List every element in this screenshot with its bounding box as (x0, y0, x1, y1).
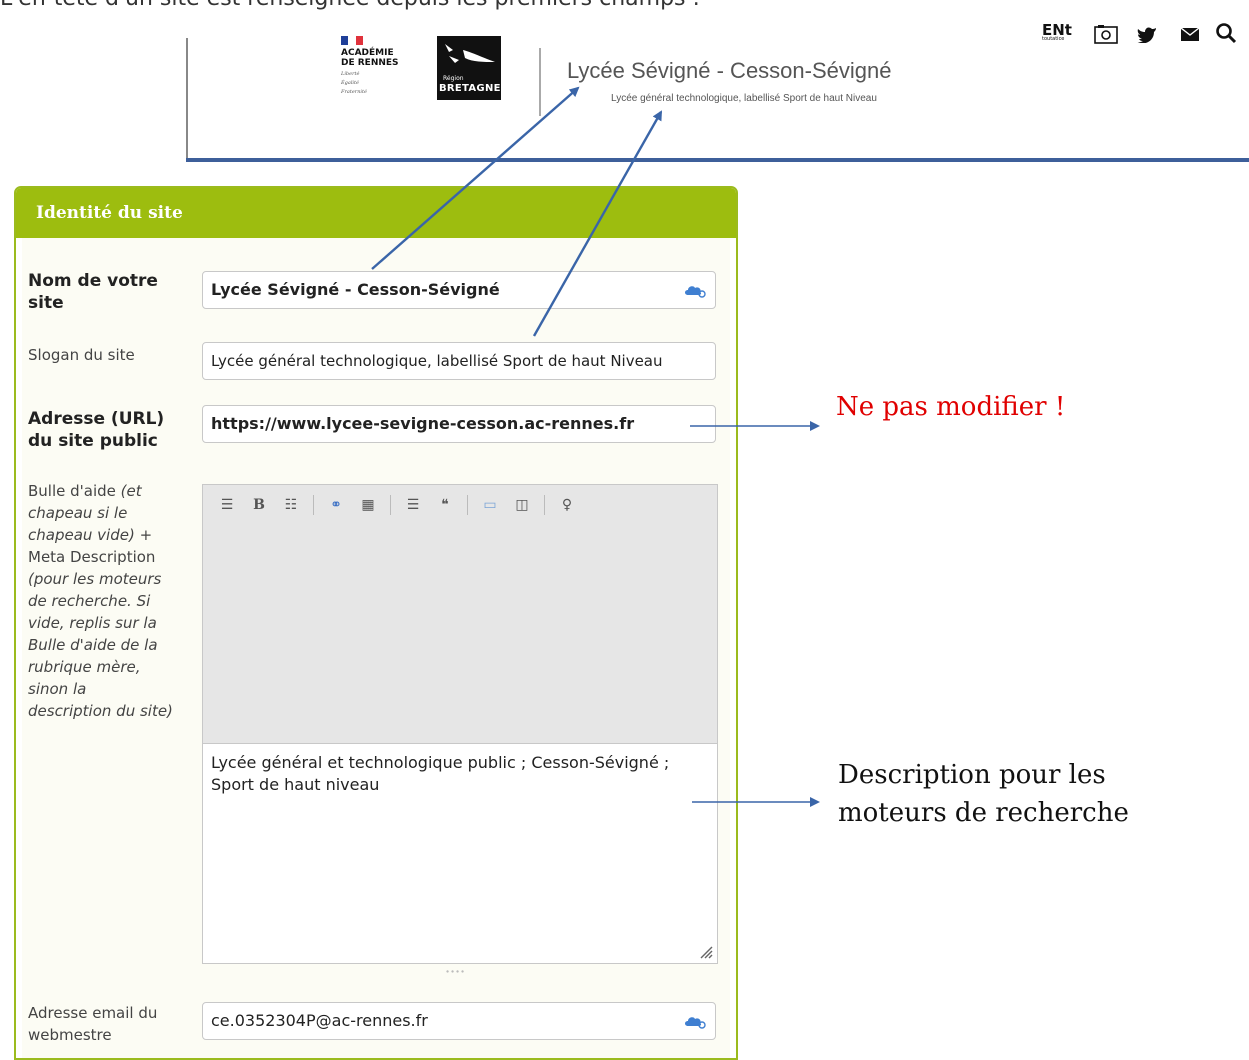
arrow-name-to-title (371, 86, 580, 270)
arrow-slogan-to-header (532, 110, 663, 337)
annotation-arrows (371, 86, 820, 807)
